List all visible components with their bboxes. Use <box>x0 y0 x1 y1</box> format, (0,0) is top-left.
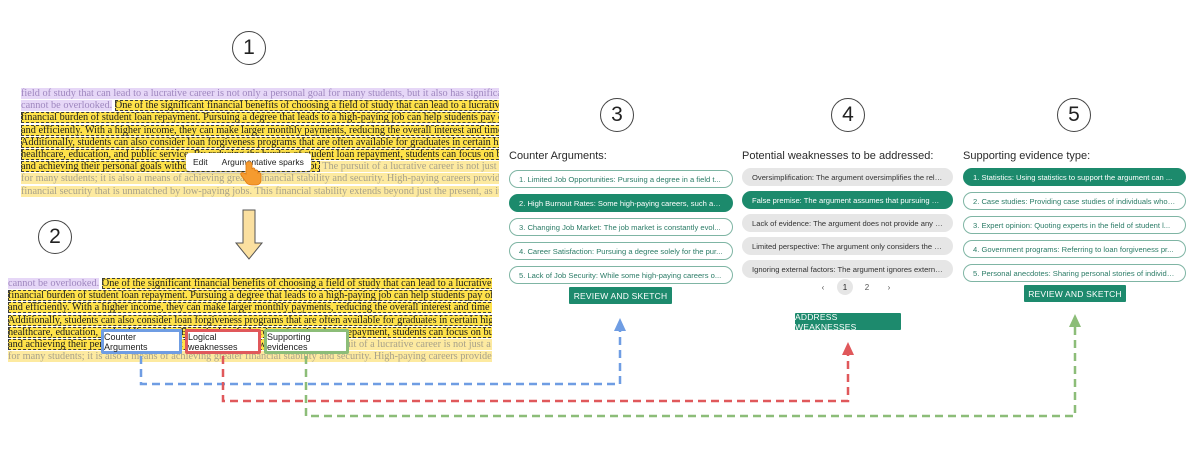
essay-segment: field of study that can lead to a lucrat… <box>21 88 499 99</box>
panel3-item[interactable]: 3. Changing Job Market: The job market i… <box>509 218 733 236</box>
essay-segment: The pursuit of a lucrative career is not… <box>319 161 499 173</box>
essay-line: financial burden of student loan repayme… <box>21 112 499 124</box>
up-arrow-icon <box>842 342 854 355</box>
essay-segment: for many students; it is also a means of… <box>21 173 499 185</box>
essay-line: and efficiently. With a higher income, t… <box>21 124 499 137</box>
panel4-item[interactable]: Oversimplification: The argument oversim… <box>742 168 953 186</box>
panel3-item[interactable]: 4. Career Satisfaction: Pursuing a degre… <box>509 242 733 260</box>
panel4-item-label: Limited perspective: The argument only c… <box>752 241 943 251</box>
essay-segment: cannot be overlooked. <box>8 278 100 289</box>
step-4-circle: 4 <box>831 98 865 132</box>
review-and-sketch-button-evidence[interactable]: REVIEW AND SKETCH <box>1024 285 1126 302</box>
supporting-evidence-title: Supporting evidence type: <box>963 150 1091 162</box>
panel3-item[interactable]: 2. High Burnout Rates: Some high-paying … <box>509 194 733 212</box>
panel4-item[interactable]: Lack of evidence: The argument does not … <box>742 214 953 232</box>
panel3-item[interactable]: 5. Lack of Job Security: While some high… <box>509 266 733 284</box>
panel3-item-label: 2. High Burnout Rates: Some high-paying … <box>519 198 723 208</box>
panel5-item[interactable]: 5. Personal anecdotes: Sharing personal … <box>963 264 1186 282</box>
counter-arguments-button[interactable]: Counter Arguments <box>101 329 182 354</box>
weaknesses-pagination: ‹ 1 2 › <box>812 279 900 295</box>
panel4-item[interactable]: Limited perspective: The argument only c… <box>742 237 953 255</box>
prev-page-button[interactable]: ‹ <box>815 279 831 295</box>
argumentative-sparks-menu-item[interactable]: Argumentative sparks <box>215 157 311 167</box>
review-and-sketch-button-counter[interactable]: REVIEW AND SKETCH <box>569 287 672 304</box>
panel4-item-label: False premise: The argument assumes that… <box>752 195 943 205</box>
address-weaknesses-button[interactable]: ADDRESS WEAKNESSES <box>795 312 901 332</box>
essay-line: and efficiently. With a higher income, t… <box>8 302 492 314</box>
essay-line: financial security that is unmatched by … <box>21 185 499 198</box>
panel3-item-label: 3. Changing Job Market: The job market i… <box>519 222 721 232</box>
up-arrow-icon <box>614 318 626 331</box>
panel5-item-label: 2. Case studies: Providing case studies … <box>973 196 1176 206</box>
panel3-item[interactable]: 1. Limited Job Opportunities: Pursuing a… <box>509 170 733 188</box>
panel4-item-label: Oversimplification: The argument oversim… <box>752 172 943 182</box>
panel5-item-label: 1. Statistics: Using statistics to suppo… <box>973 172 1173 182</box>
essay-segment: financial security that is unmatched by … <box>21 185 499 197</box>
supporting-evidences-button[interactable]: Supporting evidences <box>264 329 349 354</box>
panel5-item[interactable]: 3. Expert opinion: Quoting experts in th… <box>963 216 1186 234</box>
essay-segment: financial burden of student loan repayme… <box>21 112 499 124</box>
panel5-item[interactable]: 2. Case studies: Providing case studies … <box>963 192 1186 210</box>
panel5-item-label: 5. Personal anecdotes: Sharing personal … <box>973 268 1176 278</box>
essay-line: cannot be overlooked. One of the signifi… <box>21 100 499 112</box>
weaknesses-title: Potential weaknesses to be addressed: <box>742 150 934 162</box>
essay-segment: financial burden of student loan repayme… <box>8 290 492 302</box>
essay-line: Additionally, students can also consider… <box>8 314 492 327</box>
essay-line: cannot be overlooked. One of the signifi… <box>8 278 492 290</box>
essay-line: field of study that can lead to a lucrat… <box>21 88 499 100</box>
essay-segment: Additionally, students can also consider… <box>21 136 499 148</box>
essay-excerpt-top: field of study that can lead to a lucrat… <box>21 88 499 200</box>
panel5-item-label: 4. Government programs: Referring to loa… <box>973 244 1174 254</box>
panel4-item[interactable]: False premise: The argument assumes that… <box>742 191 953 209</box>
panel5-item[interactable]: 4. Government programs: Referring to loa… <box>963 240 1186 258</box>
essay-segment: One of the significant financial benefit… <box>101 278 492 289</box>
panel3-item-label: 1. Limited Job Opportunities: Pursuing a… <box>519 174 721 184</box>
panel3-item-label: 4. Career Satisfaction: Pursuing a degre… <box>519 246 723 256</box>
panel4-item-label: Lack of evidence: The argument does not … <box>752 218 943 228</box>
page-2-button[interactable]: 2 <box>859 279 875 295</box>
next-page-button[interactable]: › <box>881 279 897 295</box>
step-3-circle: 3 <box>600 98 634 132</box>
essay-line: Additionally, students can also consider… <box>21 136 499 149</box>
panel4-item[interactable]: Ignoring external factors: The argument … <box>742 260 953 278</box>
panel5-item-label: 3. Expert opinion: Quoting experts in th… <box>973 220 1171 230</box>
essay-line: financial burden of student loan repayme… <box>8 290 492 302</box>
selection-popup-menu: Edit Argumentative sparks <box>186 153 311 171</box>
edit-menu-item[interactable]: Edit <box>186 157 215 167</box>
essay-segment: cannot be overlooked. <box>21 100 113 112</box>
logical-weaknesses-button[interactable]: Logical weaknesses <box>185 329 261 354</box>
panel5-item[interactable]: 1. Statistics: Using statistics to suppo… <box>963 168 1186 186</box>
essay-line: for many students; it is also a means of… <box>21 173 499 185</box>
essay-segment: One of the significant financial benefit… <box>114 100 499 112</box>
up-arrow-icon <box>1069 314 1081 327</box>
panel4-item-label: Ignoring external factors: The argument … <box>752 264 943 274</box>
essay-segment: and efficiently. With a higher income, t… <box>8 302 492 314</box>
panel3-item-label: 5. Lack of Job Security: While some high… <box>519 270 722 280</box>
essay-segment: and efficiently. With a higher income, t… <box>21 124 499 136</box>
step-2-circle: 2 <box>38 220 72 254</box>
step-5-circle: 5 <box>1057 98 1091 132</box>
counter-arguments-title: Counter Arguments: <box>509 150 607 162</box>
step-1-circle: 1 <box>232 31 266 65</box>
page-1-button[interactable]: 1 <box>837 279 853 295</box>
essay-segment: Additionally, students can also consider… <box>8 314 492 326</box>
